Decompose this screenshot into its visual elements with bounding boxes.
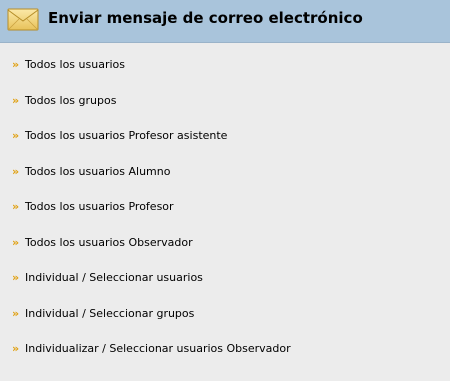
option-label[interactable]: Todos los usuarios Observador	[25, 234, 193, 251]
option-label[interactable]: Todos los usuarios Profesor	[25, 198, 174, 215]
option-label[interactable]: Todos los usuarios	[25, 56, 125, 73]
bullet-arrow-icon: »	[12, 93, 20, 107]
option-label[interactable]: Individual / Seleccionar usuarios	[25, 269, 203, 286]
option-label[interactable]: Individualizar / Seleccionar usuarios Ob…	[25, 340, 291, 357]
bullet-arrow-icon: »	[12, 58, 20, 71]
page-header: Enviar mensaje de correo electrónico	[0, 0, 450, 43]
bullet-arrow-icon: »	[12, 306, 20, 320]
option-all-observers[interactable]: » Todos los usuarios Observador	[0, 234, 450, 270]
option-select-users[interactable]: » Individual / Seleccionar usuarios	[0, 269, 450, 305]
page-title: Enviar mensaje de correo electrónico	[48, 9, 363, 27]
option-label[interactable]: Todos los usuarios Alumno	[25, 163, 170, 180]
option-all-groups[interactable]: » Todos los grupos	[0, 92, 450, 128]
bullet-arrow-icon: »	[12, 129, 20, 142]
option-label[interactable]: Todos los usuarios Profesor asistente	[25, 127, 227, 144]
option-all-students[interactable]: » Todos los usuarios Alumno	[0, 163, 450, 199]
option-all-instructors[interactable]: » Todos los usuarios Profesor	[0, 198, 450, 234]
option-select-groups[interactable]: » Individual / Seleccionar grupos	[0, 305, 450, 341]
option-all-teaching-assistants[interactable]: » Todos los usuarios Profesor asistente	[0, 127, 450, 163]
bullet-arrow-icon: »	[12, 235, 20, 249]
option-label[interactable]: Individual / Seleccionar grupos	[25, 305, 194, 322]
option-select-observer-users[interactable]: » Individualizar / Seleccionar usuarios …	[0, 340, 450, 376]
recipient-options-list: » Todos los usuarios » Todos los grupos …	[0, 56, 450, 376]
bullet-arrow-icon: »	[12, 164, 20, 178]
option-label[interactable]: Todos los grupos	[25, 92, 116, 109]
option-all-users[interactable]: » Todos los usuarios	[0, 56, 450, 92]
bullet-arrow-icon: »	[12, 271, 20, 284]
envelope-icon	[7, 8, 39, 31]
bullet-arrow-icon: »	[12, 342, 20, 355]
bullet-arrow-icon: »	[12, 200, 20, 213]
